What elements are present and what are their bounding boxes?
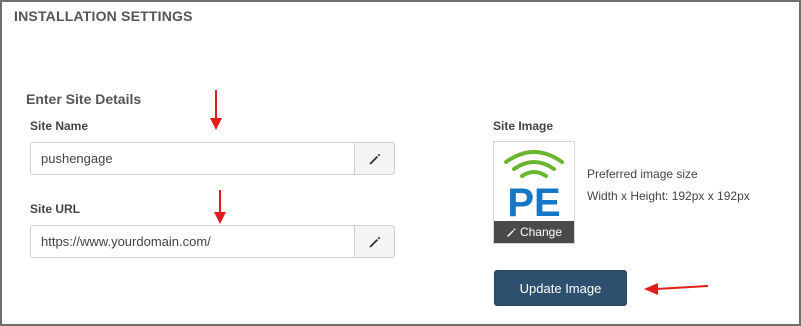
update-image-button[interactable]: Update Image [494, 270, 627, 306]
change-image-button[interactable]: Change [494, 221, 574, 243]
change-label: Change [519, 225, 563, 239]
red-arrow-annotation [210, 90, 222, 130]
site-url-input-group: https://www.yourdomain.com/ [30, 225, 395, 258]
wifi-signal-icon [504, 150, 564, 178]
red-arrow-annotation [644, 283, 709, 295]
pencil-icon [369, 236, 380, 247]
site-name-edit-button[interactable] [354, 142, 395, 175]
site-url-input[interactable]: https://www.yourdomain.com/ [30, 225, 354, 258]
dimension-line: Width x Height: 192px x 192px [587, 189, 750, 203]
pencil-icon [507, 227, 516, 237]
site-details-title: Enter Site Details [26, 91, 142, 107]
site-name-input-group: pushengage [30, 142, 395, 175]
site-name-input[interactable]: pushengage [30, 142, 354, 175]
preferred-size-line: Preferred image size [587, 167, 698, 181]
section-title: INSTALLATION SETTINGS [14, 8, 193, 24]
logo-text: PE [507, 181, 560, 222]
site-image-label: Site Image [493, 119, 554, 133]
site-url-edit-button[interactable] [354, 225, 395, 258]
installation-settings-panel: INSTALLATION SETTINGS Enter Site Details… [0, 0, 801, 326]
site-name-label: Site Name [30, 119, 89, 133]
red-arrow-annotation [214, 190, 226, 224]
site-image-thumbnail[interactable]: PE Change [493, 141, 575, 244]
site-url-label: Site URL [30, 202, 81, 216]
pencil-icon [369, 153, 380, 164]
pushengage-logo: PE [504, 150, 564, 222]
preferred-size-info: Preferred image size Width x Height: 192… [587, 163, 750, 207]
